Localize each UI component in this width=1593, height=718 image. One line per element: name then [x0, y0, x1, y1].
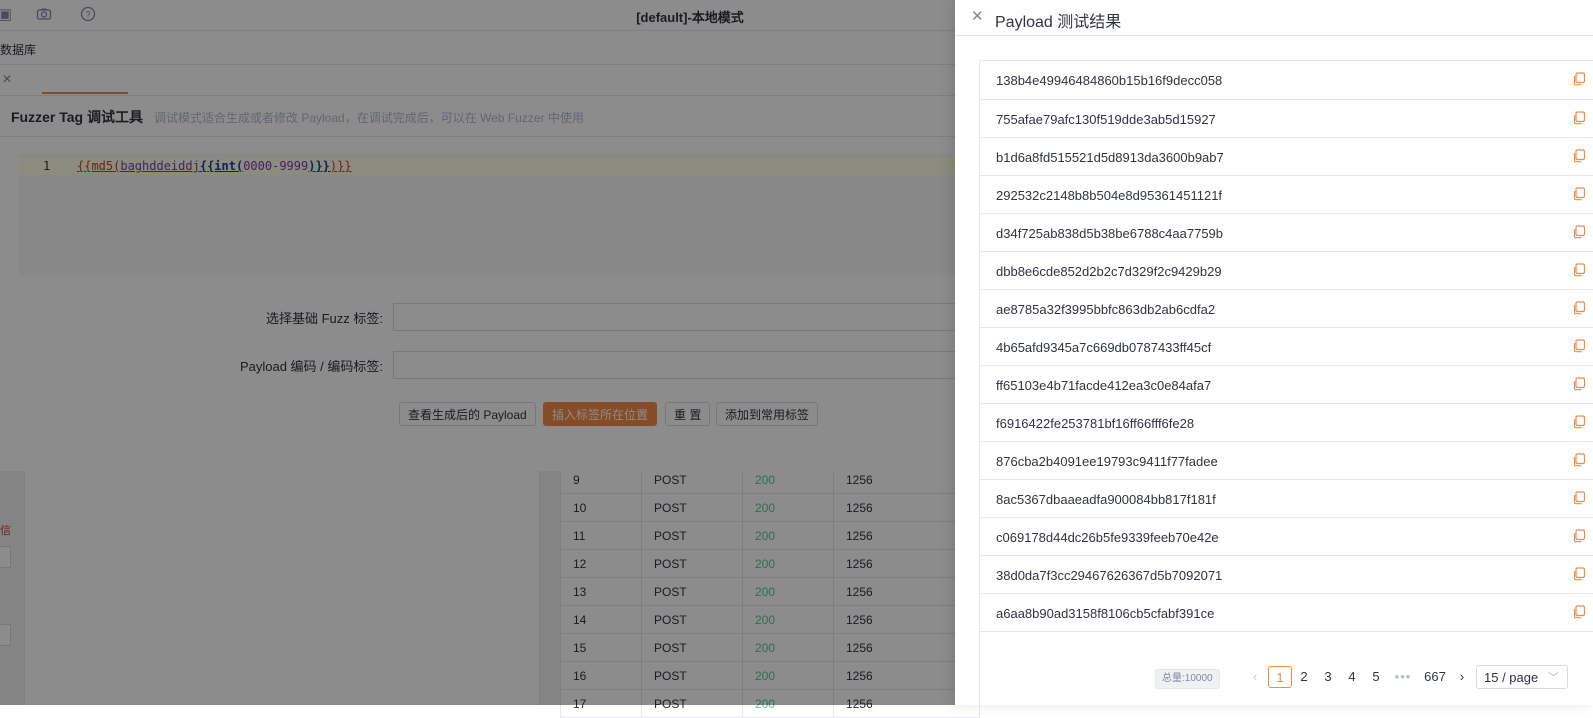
- payload-value: ff65103e4b71facde412ea3c0e84afa7: [996, 378, 1212, 393]
- payload-value: b1d6a8fd515521d5d8913da3600b9ab7: [996, 150, 1224, 165]
- result-row: c069178d44dc26b5fe9339feeb70e42e: [980, 518, 1593, 556]
- next-page-icon[interactable]: ›: [1450, 666, 1474, 688]
- copy-icon[interactable]: [1572, 453, 1586, 467]
- payload-value: f6916422fe253781bf16ff66fff6fe28: [996, 416, 1195, 431]
- copy-icon[interactable]: [1572, 72, 1586, 86]
- page-1[interactable]: 1: [1268, 666, 1292, 688]
- result-list-container: 138b4e49946484860b15b16f9decc058 755afae7…: [979, 60, 1593, 706]
- copy-icon[interactable]: [1572, 225, 1586, 239]
- payload-value: 138b4e49946484860b15b16f9decc058: [996, 73, 1223, 88]
- result-row: 38d0da7f3cc29467626367d5b7092071: [980, 556, 1593, 594]
- page-size-value: 15 / page: [1484, 670, 1539, 685]
- drawer-header: ✕ Payload 测试结果: [955, 0, 1593, 36]
- pagination: 总量:10000 ‹ 1 2 3 4 5 ••• 667 › 15 / page…: [980, 658, 1593, 698]
- page-last[interactable]: 667: [1420, 666, 1450, 688]
- copy-icon[interactable]: [1572, 339, 1586, 353]
- result-row: d34f725ab838d5b38be6788c4aa7759b: [980, 214, 1593, 252]
- page-5[interactable]: 5: [1364, 666, 1388, 688]
- copy-icon[interactable]: [1572, 149, 1586, 163]
- copy-icon[interactable]: [1572, 111, 1586, 125]
- result-row: ff65103e4b71facde412ea3c0e84afa7: [980, 366, 1593, 404]
- prev-page-icon[interactable]: ‹: [1243, 666, 1267, 688]
- copy-icon[interactable]: [1572, 529, 1586, 543]
- result-row: a6aa8b90ad3158f8106cb5cfabf391ce: [980, 594, 1593, 632]
- result-row: 755afae79afc130f519dde3ab5d15927: [980, 100, 1593, 138]
- payload-value: a6aa8b90ad3158f8106cb5cfabf391ce: [996, 606, 1215, 621]
- result-row: dbb8e6cde852d2b2c7d329f2c9429b29: [980, 252, 1593, 290]
- result-row: 8ac5367dbaaeadfa900084bb817f181f: [980, 480, 1593, 518]
- payload-result-drawer: ✕ Payload 测试结果 138b4e49946484860b15b16f9…: [955, 0, 1593, 706]
- drawer-title: Payload 测试结果: [995, 14, 1122, 31]
- payload-value: ae8785a32f3995bbfc863db2ab6cdfa2: [996, 302, 1216, 317]
- modal-dim-overlay: [0, 96, 955, 471]
- result-row: 138b4e49946484860b15b16f9decc058: [980, 61, 1593, 100]
- copy-icon[interactable]: [1572, 377, 1586, 391]
- page-ellipsis[interactable]: •••: [1391, 666, 1415, 688]
- copy-icon[interactable]: [1572, 605, 1586, 619]
- page-3[interactable]: 3: [1316, 666, 1340, 688]
- result-row: f6916422fe253781bf16ff66fff6fe28: [980, 404, 1593, 442]
- copy-icon[interactable]: [1572, 567, 1586, 581]
- result-row: 292532c2148b8b504e8d95361451121f: [980, 176, 1593, 214]
- result-list: 138b4e49946484860b15b16f9decc058 755afae7…: [980, 61, 1593, 632]
- copy-icon[interactable]: [1572, 491, 1586, 505]
- result-row: 4b65afd9345a7c669db0787433ff45cf: [980, 328, 1593, 366]
- payload-value: c069178d44dc26b5fe9339feeb70e42e: [996, 530, 1219, 545]
- payload-value: 4b65afd9345a7c669db0787433ff45cf: [996, 340, 1212, 355]
- copy-icon[interactable]: [1572, 415, 1586, 429]
- payload-value: 38d0da7f3cc29467626367d5b7092071: [996, 568, 1223, 583]
- close-icon[interactable]: ✕: [971, 7, 984, 25]
- page-size-select[interactable]: 15 / page ﹀: [1476, 665, 1568, 689]
- result-row: b1d6a8fd515521d5d8913da3600b9ab7: [980, 138, 1593, 176]
- payload-value: 292532c2148b8b504e8d95361451121f: [996, 188, 1223, 203]
- result-row: 876cba2b4091ee19793c9411f77fadee: [980, 442, 1593, 480]
- result-row: ae8785a32f3995bbfc863db2ab6cdfa2: [980, 290, 1593, 328]
- copy-icon[interactable]: [1572, 187, 1586, 201]
- payload-value: d34f725ab838d5b38be6788c4aa7759b: [996, 226, 1224, 241]
- page-2[interactable]: 2: [1292, 666, 1316, 688]
- total-count: 总量:10000: [1155, 669, 1220, 689]
- payload-value: 8ac5367dbaaeadfa900084bb817f181f: [996, 492, 1216, 507]
- copy-icon[interactable]: [1572, 263, 1586, 277]
- payload-value: dbb8e6cde852d2b2c7d329f2c9429b29: [996, 264, 1222, 279]
- copy-icon[interactable]: [1572, 301, 1586, 315]
- payload-value: 876cba2b4091ee19793c9411f77fadee: [996, 454, 1218, 469]
- payload-value: 755afae79afc130f519dde3ab5d15927: [996, 112, 1216, 127]
- page-4[interactable]: 4: [1340, 666, 1364, 688]
- chevron-down-icon: ﹀: [1548, 672, 1559, 684]
